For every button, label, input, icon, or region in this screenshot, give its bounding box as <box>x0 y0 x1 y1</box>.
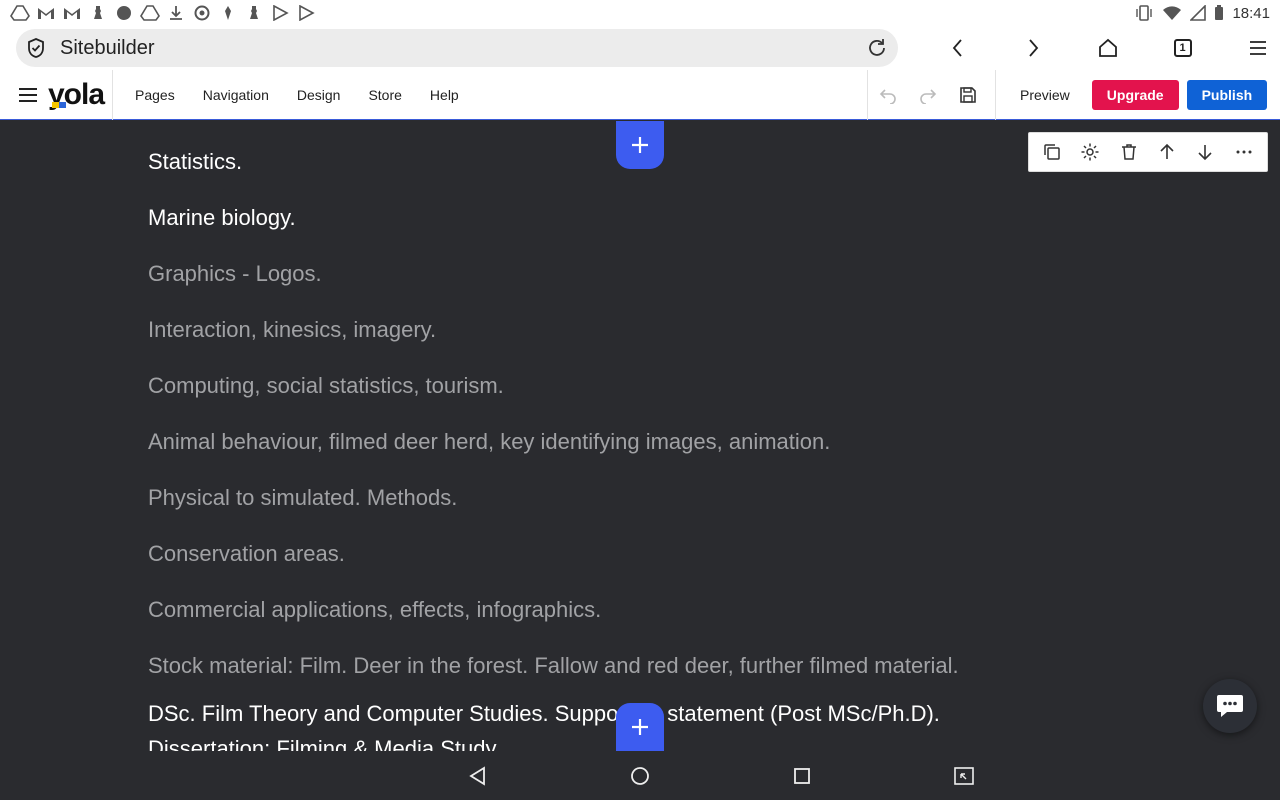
editor-header: yola Pages Navigation Design Store Help … <box>0 69 1280 120</box>
recents-square-icon[interactable] <box>790 764 814 788</box>
settings-icon[interactable] <box>1080 142 1100 162</box>
add-block-above-button[interactable] <box>616 121 664 169</box>
aperture-icon <box>194 5 210 21</box>
clock: 18:41 <box>1232 4 1270 22</box>
text-line[interactable]: Conservation areas. <box>148 541 345 567</box>
screen-resize-icon[interactable] <box>952 764 976 788</box>
play-icon <box>273 5 289 21</box>
redo-button[interactable] <box>908 86 948 104</box>
menu-pages[interactable]: Pages <box>135 87 175 103</box>
save-icon <box>960 87 976 103</box>
preview-button[interactable]: Preview <box>1004 80 1086 110</box>
block-toolbar <box>1028 132 1268 172</box>
editor-canvas: Statistics. Marine biology. Graphics - L… <box>0 121 1280 751</box>
text-line[interactable]: Dissertation: Filming & Media Study. <box>148 736 501 751</box>
text-line[interactable]: Physical to simulated. Methods. <box>148 485 457 511</box>
shield-check-icon <box>28 38 44 58</box>
browser-toolbar: Sitebuilder 1 <box>0 26 1280 70</box>
tab-count-badge: 1 <box>1173 39 1192 57</box>
reload-icon[interactable] <box>866 37 888 59</box>
play-icon <box>299 5 315 21</box>
undo-icon <box>879 89 896 104</box>
signal-icon <box>1190 5 1207 21</box>
logo-accent <box>52 101 66 108</box>
delete-icon[interactable] <box>1119 142 1139 162</box>
back-button[interactable] <box>920 37 995 59</box>
url-text: Sitebuilder <box>60 36 155 59</box>
tabs-button[interactable]: 1 <box>1145 39 1220 57</box>
text-line[interactable]: Statistics. <box>148 149 242 175</box>
redo-icon <box>920 89 937 104</box>
wifi-icon <box>1163 6 1182 20</box>
move-down-icon[interactable] <box>1195 142 1215 162</box>
add-block-below-button[interactable] <box>616 703 664 751</box>
chess-icon <box>94 6 102 19</box>
text-line[interactable]: Stock material: Film. Deer in the forest… <box>148 653 959 679</box>
chat-icon <box>1217 695 1243 717</box>
text-line[interactable]: DSc. Film Theory and Computer Studies. S… <box>148 701 940 727</box>
plus-icon <box>632 719 648 735</box>
menu-store[interactable]: Store <box>368 87 401 103</box>
upgrade-button[interactable]: Upgrade <box>1091 80 1179 110</box>
text-line[interactable]: Interaction, kinesics, imagery. <box>148 317 436 343</box>
back-triangle-icon[interactable] <box>466 764 490 788</box>
address-bar[interactable]: Sitebuilder <box>16 29 898 67</box>
more-icon[interactable] <box>1234 142 1254 162</box>
system-nav-bar <box>0 752 1280 800</box>
forward-button[interactable] <box>995 37 1070 59</box>
text-line[interactable]: Animal behaviour, filmed deer herd, key … <box>148 429 830 455</box>
gmail-icon <box>38 8 54 19</box>
vibrate-icon <box>1136 5 1153 21</box>
download-icon <box>170 6 182 20</box>
chevron-right-icon <box>1028 39 1038 57</box>
editor-menu: Pages Navigation Design Store Help <box>135 87 487 103</box>
home-circle-icon[interactable] <box>628 764 652 788</box>
android-icon <box>117 6 131 20</box>
home-button[interactable] <box>1070 37 1145 59</box>
undo-button[interactable] <box>868 86 908 104</box>
browser-controls: 1 <box>920 26 1280 70</box>
text-line[interactable]: Graphics - Logos. <box>148 261 322 287</box>
menu-icon <box>1249 41 1266 55</box>
yola-logo[interactable]: yola <box>48 78 112 112</box>
browser-menu-button[interactable] <box>1220 37 1280 59</box>
home-icon <box>1098 38 1117 57</box>
chevron-left-icon <box>952 39 962 57</box>
menu-navigation[interactable]: Navigation <box>203 87 269 103</box>
history-tools <box>867 70 988 120</box>
text-line[interactable]: Computing, social statistics, tourism. <box>148 373 504 399</box>
text-line[interactable]: Marine biology. <box>148 205 296 231</box>
header-divider <box>112 69 113 120</box>
battery-icon <box>1215 5 1224 20</box>
status-bar: 18:41 <box>0 0 1280 26</box>
menu-design[interactable]: Design <box>297 87 341 103</box>
drive-icon <box>10 5 30 21</box>
gmail-icon <box>64 8 80 19</box>
menu-help[interactable]: Help <box>430 87 459 103</box>
chess-icon <box>250 6 258 19</box>
notification-icons <box>10 5 316 21</box>
move-up-icon[interactable] <box>1157 142 1177 162</box>
save-button[interactable] <box>948 86 988 104</box>
duplicate-icon[interactable] <box>1042 142 1062 162</box>
pin-icon <box>225 6 231 20</box>
text-line[interactable]: Commercial applications, effects, infogr… <box>148 597 601 623</box>
publish-actions: Preview Upgrade Publish <box>995 70 1268 120</box>
chat-support-button[interactable] <box>1203 679 1257 733</box>
plus-icon <box>632 137 648 153</box>
hamburger-icon <box>19 87 37 102</box>
publish-button[interactable]: Publish <box>1186 80 1268 110</box>
drive-icon <box>140 5 160 21</box>
system-status: 18:41 <box>1134 5 1270 22</box>
